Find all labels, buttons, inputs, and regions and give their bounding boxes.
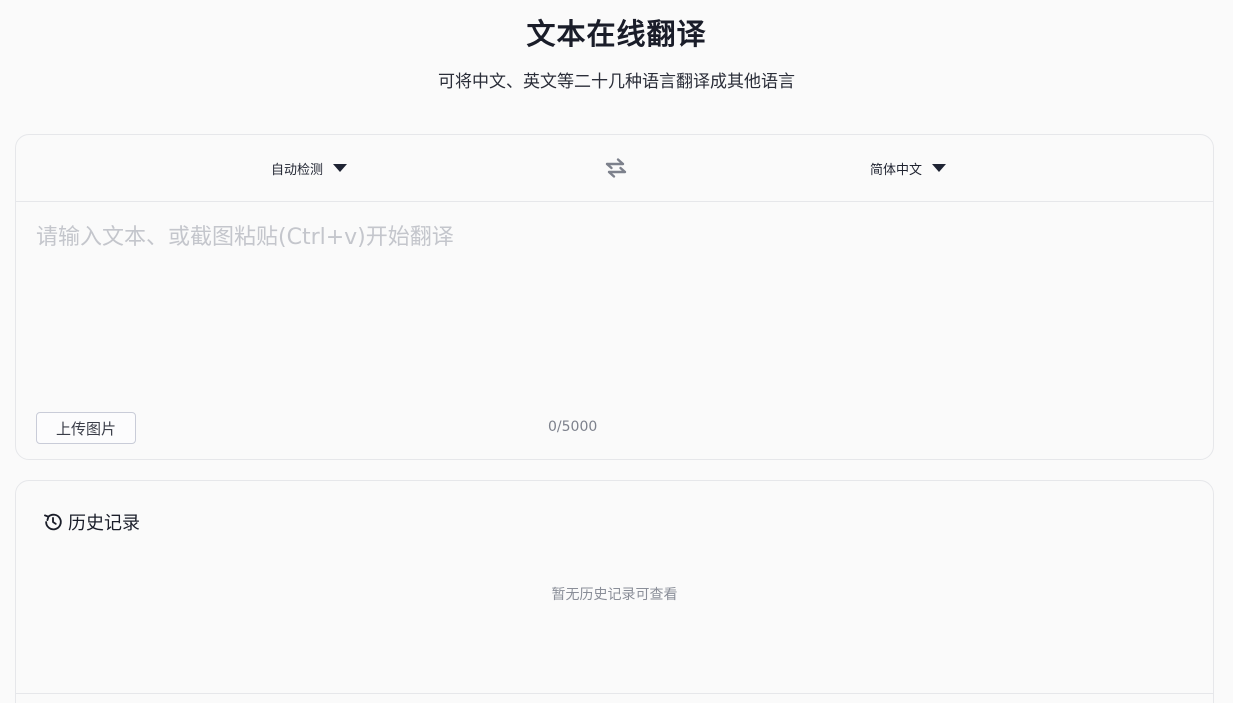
source-text-input[interactable] [36,219,1186,399]
upload-image-button[interactable]: 上传图片 [36,412,136,444]
target-language-label: 简体中文 [870,162,923,178]
swap-arrows-icon[interactable] [604,156,628,180]
translate-page: 文本在线翻译 可将中文、英文等二十几种语言翻译成其他语言 自动检测 简体中文 上… [0,0,1233,703]
history-title: 历史记录 [68,513,140,534]
caret-down-icon [333,164,348,172]
page-subtitle: 可将中文、英文等二十几种语言翻译成其他语言 [438,72,795,92]
translate-card: 自动检测 简体中文 上传图片 0/5000 [15,134,1214,460]
source-language-select[interactable]: 自动检测 [271,157,348,179]
history-empty-message: 暂无历史记录可查看 [551,587,678,603]
history-divider [16,693,1213,694]
source-language-label: 自动检测 [271,162,324,178]
target-language-select[interactable]: 简体中文 [870,157,947,179]
history-clock-icon [44,513,62,531]
caret-down-icon [932,164,947,172]
history-header: 历史记录 [42,509,140,535]
char-counter: 0/5000 [548,419,598,435]
page-title: 文本在线翻译 [526,17,707,51]
history-card: 历史记录 暂无历史记录可查看 [15,480,1214,703]
language-bar: 自动检测 简体中文 [16,135,1213,202]
